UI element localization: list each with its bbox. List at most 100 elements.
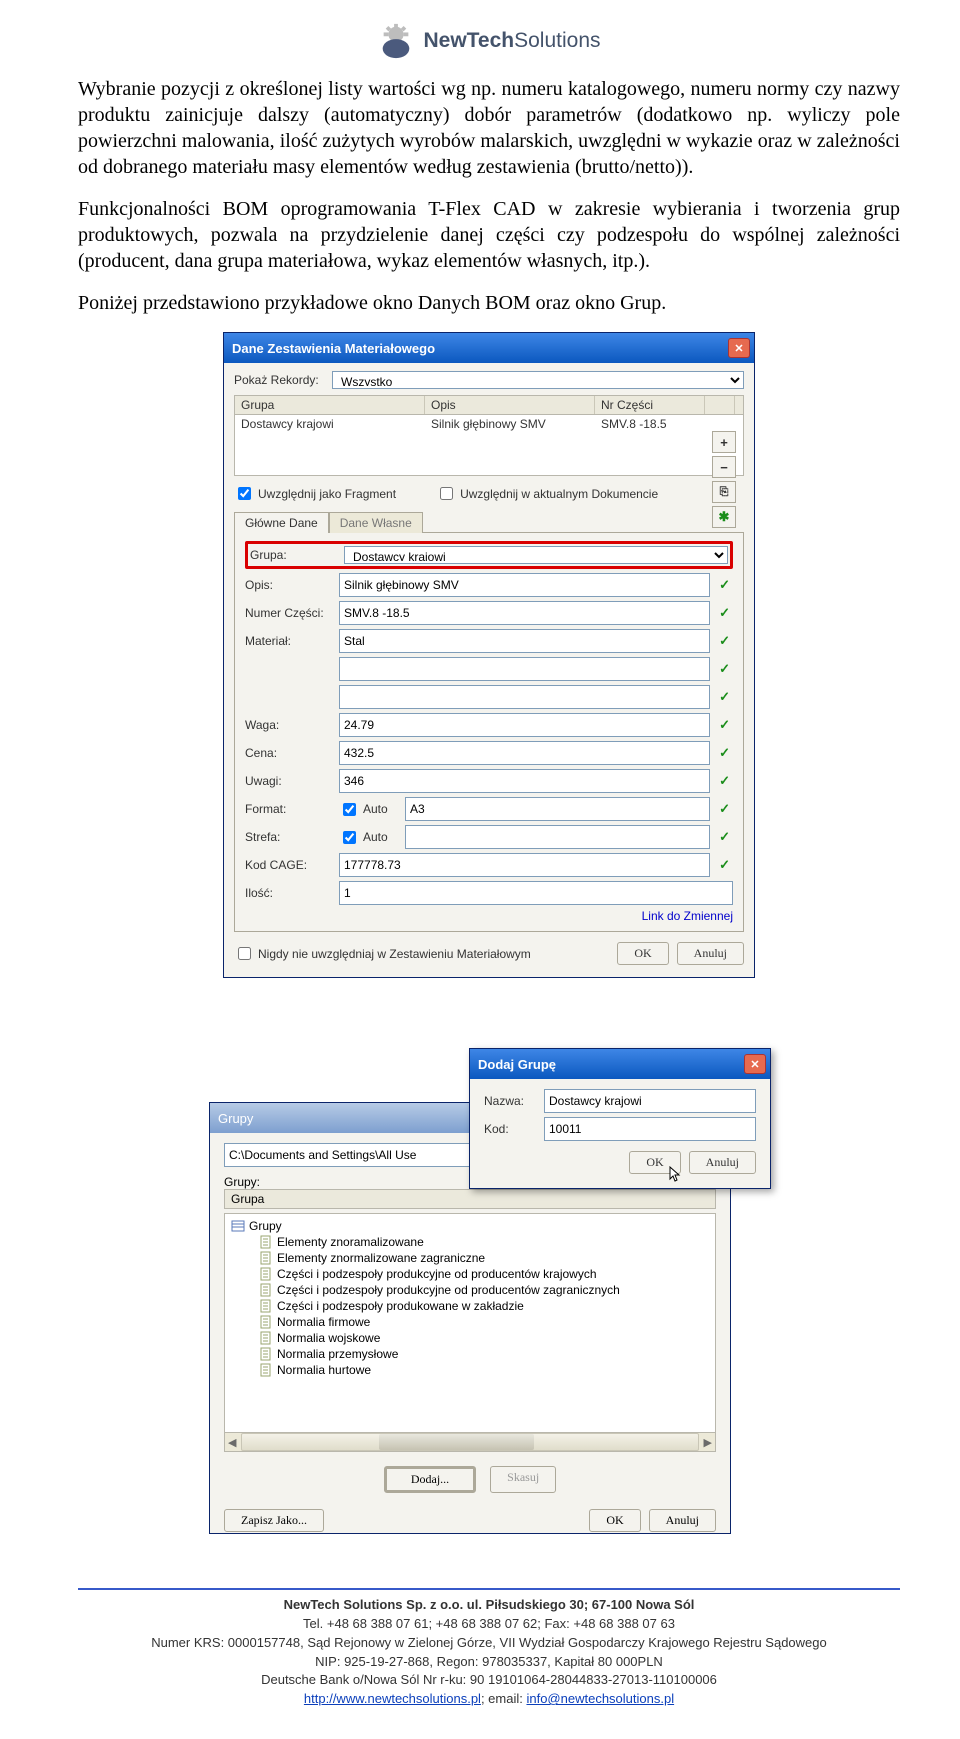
include-current-doc-checkbox[interactable]: Uwzględnij w aktualnym Dokumencie bbox=[436, 484, 658, 503]
groups-tree[interactable]: Grupy Elementy znoramalizowaneElementy z… bbox=[224, 1213, 716, 1433]
group-label: Grupa: bbox=[250, 548, 338, 562]
tree-item[interactable]: Części i podzespoły produkowane w zakład… bbox=[225, 1298, 715, 1314]
tree-item[interactable]: Normalia hurtowe bbox=[225, 1362, 715, 1378]
include-fragment-checkbox[interactable]: Uwzględnij jako Fragment bbox=[234, 484, 396, 503]
tree-item[interactable]: Części i podzespoły produkcyjne od produ… bbox=[225, 1266, 715, 1282]
show-records-select[interactable]: Wszystko bbox=[332, 371, 744, 389]
format-input[interactable] bbox=[405, 797, 710, 821]
material-input[interactable] bbox=[339, 629, 710, 653]
tree-header: Grupa bbox=[224, 1189, 716, 1209]
code-label: Kod: bbox=[484, 1122, 538, 1136]
zone-input[interactable] bbox=[405, 825, 710, 849]
cancel-button[interactable]: Anuluj bbox=[649, 1509, 716, 1532]
format-auto-checkbox[interactable]: Auto bbox=[339, 800, 399, 819]
doc-icon bbox=[259, 1363, 273, 1377]
path-input[interactable] bbox=[224, 1143, 504, 1167]
blank-input-2[interactable] bbox=[339, 685, 710, 709]
weight-input[interactable] bbox=[339, 713, 710, 737]
check-icon: ✓ bbox=[716, 577, 733, 593]
add-group-title: Dodaj Grupę ✕ bbox=[470, 1049, 770, 1079]
qty-input[interactable] bbox=[339, 881, 733, 905]
add-row-button[interactable]: + bbox=[712, 431, 736, 453]
website-link[interactable]: http://www.newtechsolutions.pl bbox=[304, 1691, 481, 1706]
bom-dialog-title: Dane Zestawienia Materiałowego ✕ bbox=[224, 333, 754, 363]
email-link[interactable]: info@newtechsolutions.pl bbox=[526, 1691, 674, 1706]
price-input[interactable] bbox=[339, 741, 710, 765]
doc-icon bbox=[259, 1283, 273, 1297]
show-records-label: Pokaż Rekordy: bbox=[234, 373, 326, 387]
add-group-dialog: Dodaj Grupę ✕ Nazwa: Kod: OK Anuluj bbox=[469, 1048, 771, 1189]
footer-divider bbox=[78, 1588, 900, 1590]
save-as-button[interactable]: Zapisz Jako... bbox=[224, 1509, 324, 1532]
cancel-button[interactable]: Anuluj bbox=[689, 1151, 756, 1174]
name-label: Nazwa: bbox=[484, 1094, 538, 1108]
partno-input[interactable] bbox=[339, 601, 710, 625]
check-icon: ✓ bbox=[716, 857, 733, 873]
doc-icon bbox=[259, 1331, 273, 1345]
check-icon: ✓ bbox=[716, 661, 733, 677]
table-row[interactable]: Dostawcy krajowiSilnik głębinowy SMVSMV.… bbox=[234, 415, 744, 476]
tab-own[interactable]: Dane Własne bbox=[329, 512, 423, 533]
paragraph-3: Poniżej przedstawiono przykładowe okno D… bbox=[78, 290, 900, 316]
props-row-button[interactable]: ✱ bbox=[712, 506, 736, 528]
tree-item[interactable]: Normalia firmowe bbox=[225, 1314, 715, 1330]
check-icon: ✓ bbox=[716, 717, 733, 733]
zone-label: Strefa: bbox=[245, 830, 333, 844]
cage-input[interactable] bbox=[339, 853, 710, 877]
doc-icon bbox=[259, 1315, 273, 1329]
doc-icon bbox=[259, 1267, 273, 1281]
tree-item[interactable]: Elementy znormalizowane zagraniczne bbox=[225, 1250, 715, 1266]
check-icon: ✓ bbox=[716, 773, 733, 789]
check-icon: ✓ bbox=[716, 801, 733, 817]
cage-label: Kod CAGE: bbox=[245, 858, 333, 872]
tree-item[interactable]: Części i podzespoły produkcyjne od produ… bbox=[225, 1282, 715, 1298]
remove-row-button[interactable]: − bbox=[712, 456, 736, 478]
zone-auto-checkbox[interactable]: Auto bbox=[339, 828, 399, 847]
notes-label: Uwagi: bbox=[245, 774, 333, 788]
doc-icon bbox=[259, 1347, 273, 1361]
paragraph-1: Wybranie pozycji z określonej listy wart… bbox=[78, 76, 900, 180]
gear-icon bbox=[377, 22, 415, 60]
table-icon bbox=[231, 1219, 245, 1233]
table-header: GrupaOpisNr Części bbox=[234, 395, 744, 415]
blank-input-1[interactable] bbox=[339, 657, 710, 681]
paragraph-2: Funkcjonalności BOM oprogramowania T-Fle… bbox=[78, 196, 900, 274]
material-label: Materiał: bbox=[245, 634, 333, 648]
notes-input[interactable] bbox=[339, 769, 710, 793]
cancel-button[interactable]: Anuluj bbox=[677, 942, 744, 965]
close-icon[interactable]: ✕ bbox=[728, 338, 750, 358]
partno-label: Numer Części: bbox=[245, 606, 333, 620]
name-input[interactable] bbox=[544, 1089, 756, 1113]
desc-input[interactable] bbox=[339, 573, 710, 597]
ok-button[interactable]: OK bbox=[589, 1509, 640, 1532]
tab-main[interactable]: Główne Dane bbox=[234, 512, 329, 533]
price-label: Cena: bbox=[245, 746, 333, 760]
scrollbar-horizontal[interactable]: ◀ ▶ bbox=[224, 1433, 716, 1452]
code-input[interactable] bbox=[544, 1117, 756, 1141]
tree-item[interactable]: Normalia przemysłowe bbox=[225, 1346, 715, 1362]
check-icon: ✓ bbox=[716, 689, 733, 705]
ok-button[interactable]: OK bbox=[617, 942, 668, 965]
link-to-variable[interactable]: Link do Zmiennej bbox=[642, 909, 733, 923]
doc-icon bbox=[259, 1235, 273, 1249]
add-button[interactable]: Dodaj... bbox=[384, 1466, 476, 1493]
weight-label: Waga: bbox=[245, 718, 333, 732]
tree-root[interactable]: Grupy bbox=[225, 1218, 715, 1234]
tree-item[interactable]: Normalia wojskowe bbox=[225, 1330, 715, 1346]
check-icon: ✓ bbox=[716, 745, 733, 761]
never-include-checkbox[interactable]: Nigdy nie uwzględniaj w Zestawieniu Mate… bbox=[234, 944, 531, 963]
tree-item[interactable]: Elementy znoramalizowane bbox=[225, 1234, 715, 1250]
scroll-left-icon[interactable]: ◀ bbox=[225, 1436, 239, 1449]
copy-row-button[interactable]: ⎘ bbox=[712, 481, 736, 503]
group-select[interactable]: Dostawcy krajowi bbox=[344, 546, 728, 564]
doc-icon bbox=[259, 1251, 273, 1265]
delete-button[interactable]: Skasuj bbox=[490, 1466, 556, 1493]
close-icon[interactable]: ✕ bbox=[744, 1054, 766, 1074]
ok-button[interactable]: OK bbox=[629, 1151, 680, 1174]
footer: NewTech Solutions Sp. z o.o. ul. Piłsuds… bbox=[78, 1596, 900, 1709]
check-icon: ✓ bbox=[716, 605, 733, 621]
scroll-right-icon[interactable]: ▶ bbox=[701, 1436, 715, 1449]
desc-label: Opis: bbox=[245, 578, 333, 592]
cursor-icon bbox=[668, 1165, 684, 1183]
logo: NewTechSolutions bbox=[78, 22, 900, 60]
